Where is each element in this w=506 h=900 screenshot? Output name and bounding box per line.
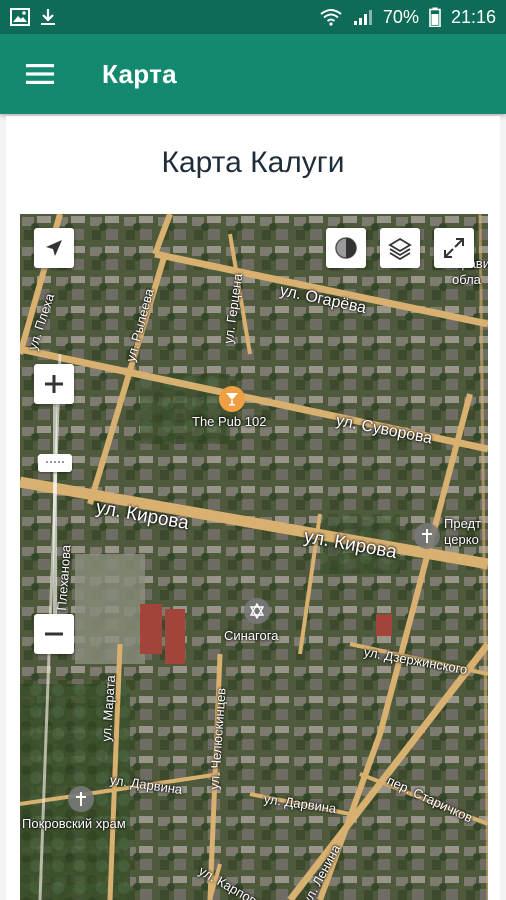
star-of-david-icon xyxy=(249,603,265,619)
minus-icon xyxy=(45,632,63,636)
cross-icon xyxy=(76,792,86,806)
pub-marker[interactable] xyxy=(219,386,245,412)
gallery-icon xyxy=(10,8,30,26)
zoom-track xyxy=(53,394,57,634)
layers-icon xyxy=(388,237,412,260)
church2-marker[interactable] xyxy=(414,523,440,549)
signal-icon xyxy=(353,8,373,26)
grip-icon xyxy=(46,461,64,463)
contrast-icon xyxy=(335,237,357,259)
synagogue-marker[interactable] xyxy=(244,598,270,624)
fullscreen-button[interactable] xyxy=(434,228,474,268)
church-marker[interactable] xyxy=(68,786,94,812)
clock: 21:16 xyxy=(450,6,496,27)
cocktail-icon xyxy=(226,393,238,406)
cross-icon xyxy=(422,529,432,543)
zoom-slider-handle[interactable] xyxy=(38,454,72,472)
app-bar: Карта xyxy=(0,34,506,114)
fullscreen-icon xyxy=(444,238,464,258)
synagogue-label: Синагога xyxy=(224,628,279,643)
my-location-button[interactable] xyxy=(34,228,74,268)
zoom-out-button[interactable] xyxy=(34,614,74,654)
church2-label: Предт церко xyxy=(444,516,482,547)
status-bar: 70% 21:16 xyxy=(0,0,506,34)
download-icon xyxy=(40,8,56,26)
wifi-icon xyxy=(319,8,343,26)
app-title: Карта xyxy=(102,58,177,89)
content-card: Карта Калуги ул. Огарёва ул. Суворова ул… xyxy=(6,116,500,900)
map-theme-button[interactable] xyxy=(326,228,366,268)
battery-icon xyxy=(429,7,441,27)
layers-button[interactable] xyxy=(380,228,420,268)
battery-percent: 70% xyxy=(382,6,419,27)
menu-button[interactable] xyxy=(0,34,80,114)
pub-label: The Pub 102 xyxy=(192,414,267,429)
plus-icon xyxy=(45,375,63,393)
hamburger-icon xyxy=(26,64,54,84)
church-label: Покровский храм xyxy=(22,816,126,831)
page-title: Карта Калуги xyxy=(161,146,345,179)
zoom-in-button[interactable] xyxy=(34,364,74,404)
location-arrow-icon xyxy=(46,240,62,256)
satellite-map[interactable]: ул. Огарёва ул. Суворова ул. Кирова ул. … xyxy=(20,214,488,900)
